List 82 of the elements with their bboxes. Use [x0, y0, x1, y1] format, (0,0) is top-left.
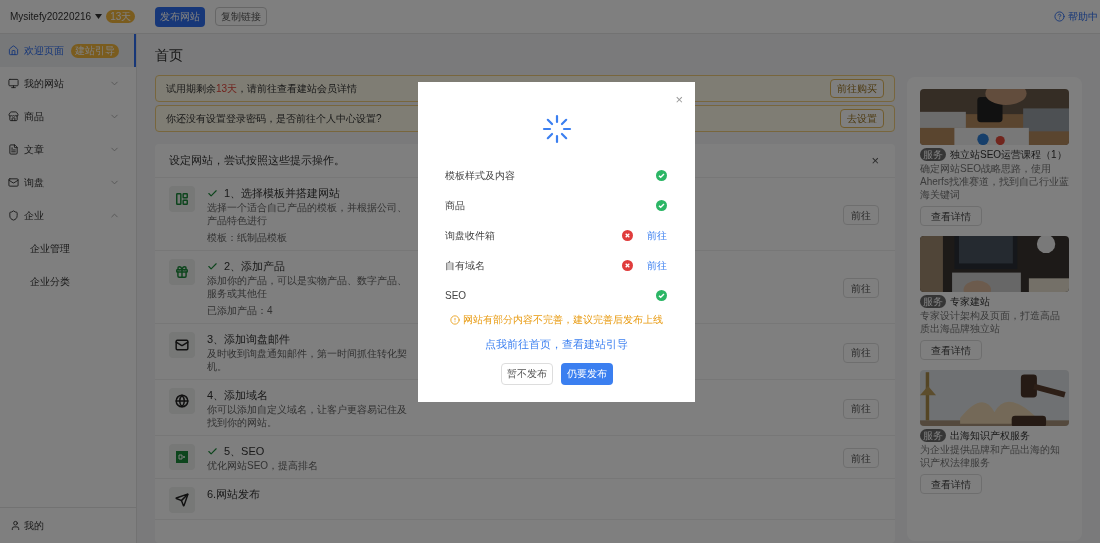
site-name[interactable]: Mysitefy20220216 — [10, 9, 92, 24]
go-button[interactable]: 前往 — [843, 278, 879, 298]
go-button[interactable]: 前往 — [843, 448, 879, 468]
step-title: 6.网站发布 — [207, 487, 261, 503]
step-title: 2、添加产品 — [224, 259, 286, 275]
seo-icon — [176, 451, 188, 463]
go-button[interactable]: 前往 — [843, 205, 879, 225]
sidebar-label: 询盘 — [24, 176, 44, 190]
view-details-button[interactable]: 查看详情 — [920, 206, 982, 226]
sidebar-label: 商品 — [24, 110, 44, 124]
notice-button[interactable]: 去设置 — [840, 109, 884, 128]
step-title: 3、添加询盘邮件 — [207, 332, 291, 348]
sidebar-label: 欢迎页面 — [24, 44, 64, 58]
sidebar-subitem[interactable]: 企业分类 — [0, 265, 136, 298]
loading-spinner-icon — [541, 114, 572, 144]
globe-icon — [175, 394, 189, 408]
sidebar-label: 企业 — [24, 209, 44, 223]
send-icon — [175, 493, 189, 507]
shield-icon — [8, 210, 19, 221]
gift-icon — [175, 265, 189, 279]
view-details-button[interactable]: 查看详情 — [920, 340, 982, 360]
guide-badge: 建站引导 — [71, 43, 119, 58]
check-item-label: 商品 — [445, 198, 465, 213]
step-title: 4、添加域名 — [207, 388, 269, 404]
mail-icon — [175, 338, 189, 352]
help-center-link[interactable]: 帮助中 — [1068, 9, 1098, 24]
notice-button[interactable]: 前往购买 — [830, 79, 884, 98]
step-description: 添加你的产品，可以是实物产品、数字产品、服务或其他任 — [207, 274, 407, 300]
go-link[interactable]: 前往 — [647, 257, 667, 273]
sidebar-item[interactable]: 我的网站 — [0, 67, 136, 100]
check-item-label: SEO — [445, 288, 467, 303]
service-tag: 服务 — [920, 148, 946, 161]
close-icon[interactable]: × — [871, 150, 879, 171]
document-icon — [8, 144, 19, 155]
service-tag: 服务 — [920, 295, 946, 308]
step-title: 5、SEO — [224, 444, 265, 460]
copy-link-button[interactable]: 复制链接 — [215, 7, 267, 26]
step-description: 你可以添加自定义域名，让客户更容易记住及找到你的网站。 — [207, 403, 407, 429]
days-badge: 13天 — [106, 10, 136, 23]
warning-text: 网站有部分内容不完善，建议完善后发布上线 — [463, 313, 663, 327]
page-title: 首页 — [155, 46, 184, 65]
steps-heading: 设定网站，尝试按照这些提示操作。 — [169, 153, 345, 169]
sidebar-item[interactable]: 欢迎页面 建站引导 — [0, 34, 136, 67]
caret-icon[interactable] — [95, 14, 103, 19]
help-icon[interactable] — [1054, 11, 1065, 22]
sidebar-item[interactable]: 询盘 — [0, 166, 136, 199]
notice-text: 你还没有设置登录密码，是否前往个人中心设置? — [166, 112, 382, 126]
go-button[interactable]: 前往 — [843, 342, 879, 363]
mail-icon — [8, 177, 19, 188]
publish-anyway-button[interactable]: 仍要发布 — [560, 362, 613, 385]
check-item-label: 模板样式及内容 — [445, 168, 515, 183]
promo-title: 独立站SEO运营课程（1） — [950, 148, 1067, 162]
go-button[interactable]: 前往 — [843, 398, 879, 419]
step-detail: 模板：纸制品模板 — [207, 231, 288, 244]
my-account-link[interactable]: 我的 — [24, 518, 44, 533]
check-item-label: 询盘收件箱 — [445, 228, 495, 243]
warning-icon — [450, 314, 460, 325]
promo-title: 出海知识产权服务 — [950, 429, 1030, 443]
publish-button[interactable]: 发布网站 — [155, 6, 205, 27]
user-icon — [10, 520, 21, 531]
guide-link[interactable]: 点我前往首页，查看建站引导 — [485, 336, 628, 353]
view-details-button[interactable]: 查看详情 — [920, 474, 982, 494]
store-icon — [8, 111, 19, 122]
sidebar-item[interactable]: 文章 — [0, 133, 136, 166]
step-title: 1、选择模板并搭建网站 — [224, 186, 341, 202]
go-link[interactable]: 前往 — [647, 227, 667, 243]
notice-text: 试用期剩余13天，请前往查看建站会员详情 — [166, 82, 358, 96]
home-icon — [8, 45, 19, 56]
step-detail: 已添加产品：4 — [207, 304, 274, 317]
sidebar-item[interactable]: 企业 — [0, 199, 136, 232]
sidebar-item[interactable]: 商品 — [0, 100, 136, 133]
cancel-button[interactable]: 暂不发布 — [500, 362, 553, 385]
sidebar-subitem[interactable]: 企业管理 — [0, 232, 136, 265]
close-icon[interactable]: × — [675, 90, 683, 110]
check-item-label: 自有域名 — [445, 258, 485, 273]
promo-title: 专家建站 — [950, 295, 990, 309]
service-tag: 服务 — [920, 429, 946, 442]
monitor-icon — [8, 78, 19, 89]
sidebar-label: 文章 — [24, 143, 44, 157]
layout-icon — [175, 192, 189, 206]
step-description: 优化网站SEO，提高排名 — [207, 459, 319, 472]
sidebar-label: 我的网站 — [24, 77, 64, 91]
